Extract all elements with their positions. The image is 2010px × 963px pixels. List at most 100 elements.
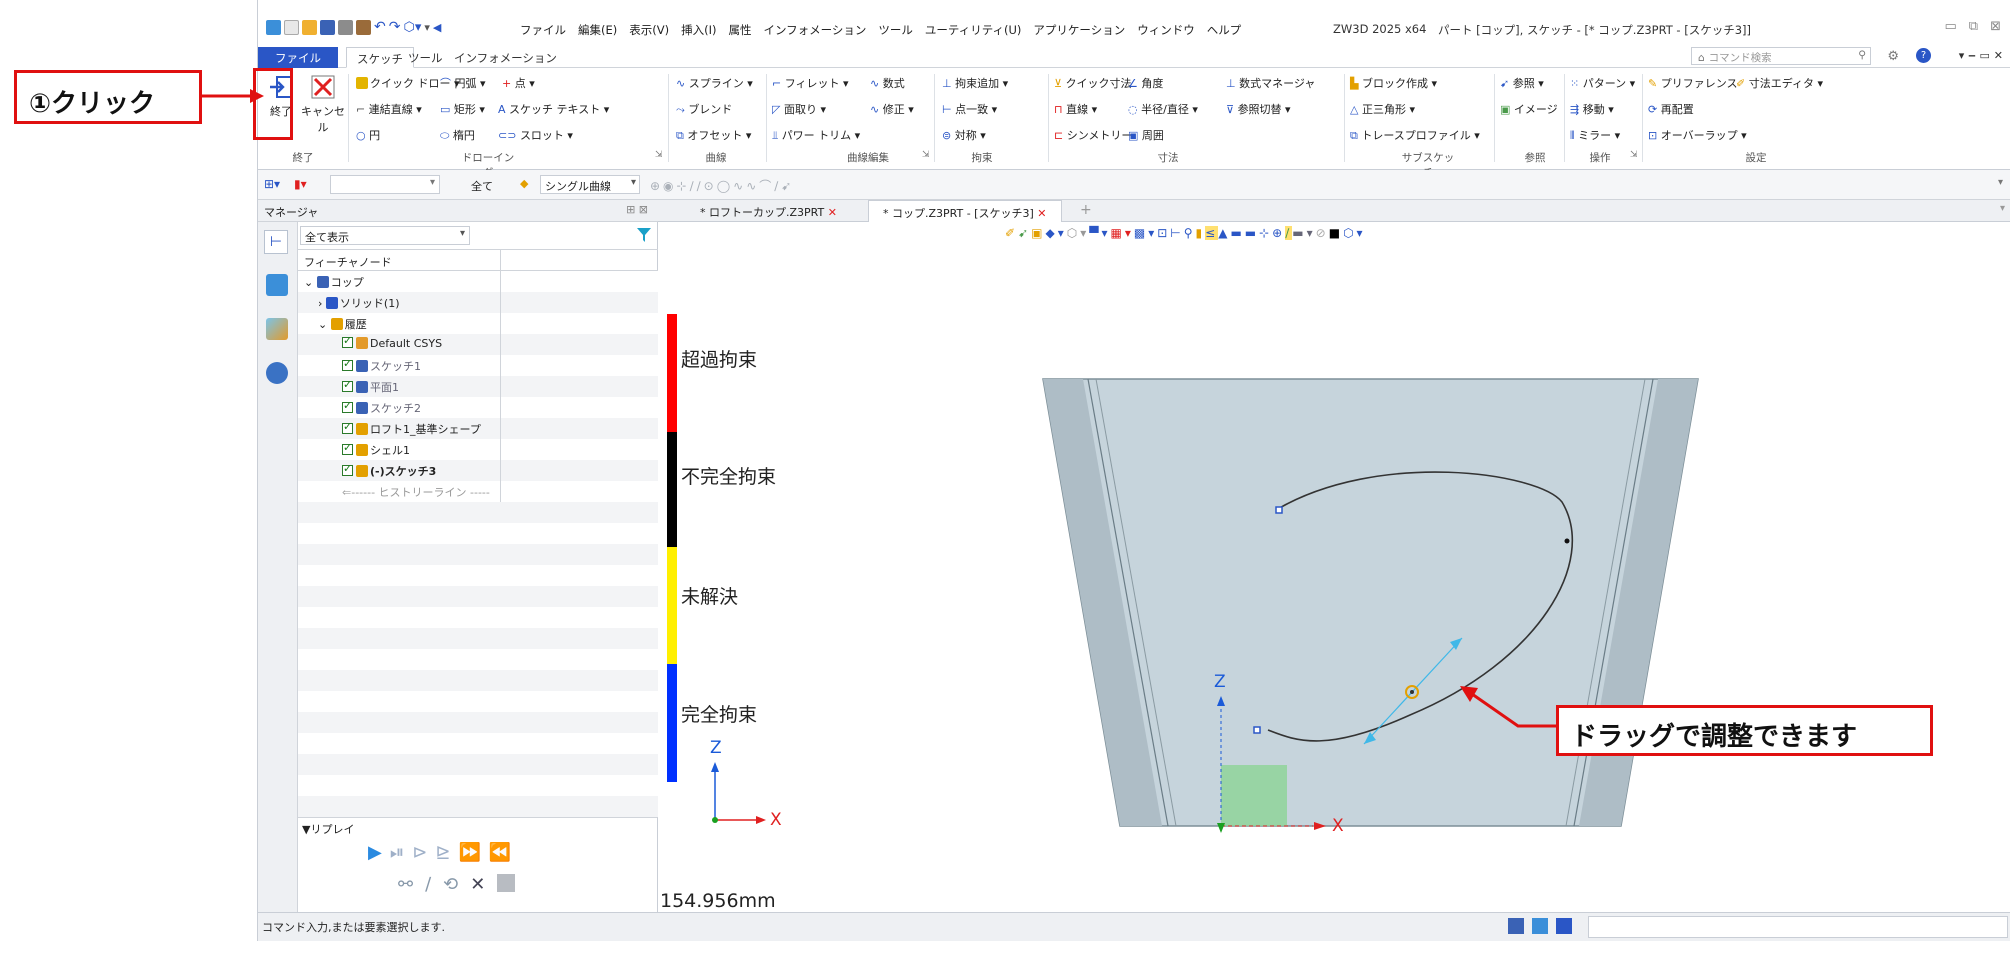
save-icon[interactable] [320,20,335,35]
visibility-checkbox[interactable] [342,334,353,348]
command-input-field[interactable] [1588,916,2008,938]
filter-icon[interactable] [636,227,652,243]
search-icon[interactable]: ⚲ [1858,49,1866,61]
group-expand-icon[interactable]: ⇲ [655,150,663,160]
cancel-button[interactable]: キャンセル [301,74,345,134]
visual-manager-icon[interactable] [266,318,288,340]
user-manager-icon[interactable] [266,362,288,384]
tree-node[interactable]: 平面1 [342,378,399,395]
close-tab-icon[interactable]: ✕ [1037,207,1046,220]
minimize-icon[interactable]: ▭ [1945,19,1957,34]
menu-item[interactable]: ファイル [520,22,566,38]
overlap-button[interactable]: ⊡ オーバーラップ ▾ [1648,127,1747,143]
part-icon[interactable] [266,274,288,296]
new-tab-icon[interactable]: + [1080,202,1092,218]
tree-node[interactable]: スケッチ1 [342,357,421,374]
ellipse-button[interactable]: ⬭ 楕円 [440,127,475,143]
dimension-editor-button[interactable]: ✐ 寸法エディタ ▾ [1736,75,1823,91]
visibility-checkbox[interactable] [342,378,353,392]
tab-information[interactable]: インフォメーション [444,47,567,68]
menu-item[interactable]: 編集(E) [578,22,617,38]
pick-filter-icon[interactable]: ◆ [520,177,528,190]
spline-button[interactable]: ∿ スプライン ▾ [676,75,753,91]
menu-item[interactable]: ヘルプ [1207,22,1242,38]
group-expand-icon[interactable]: ⇲ [1630,150,1638,160]
menu-item[interactable]: ウィンドウ [1137,22,1195,38]
polyline-button[interactable]: ⌐ 連結直線 ▾ [356,101,422,117]
spline-control-point[interactable] [1564,538,1570,544]
menu-item[interactable]: 挿入(I) [681,22,716,38]
doc-tab-loft-cup[interactable]: * ロフトーカップ.Z3PRT ✕ [686,200,851,222]
settings-gear-icon[interactable]: ⚙ [1887,49,1899,64]
toolbar-overflow-icon[interactable]: ▾ [1998,177,2003,188]
point-button[interactable]: + 点 ▾ [502,75,535,91]
stop-icon[interactable] [497,874,516,892]
spline-drag-point[interactable] [1410,690,1414,694]
snap-toolbar-icons[interactable]: ⊕◉⊹∕∕⊙◯∿∿⌒∕➹ [650,177,794,194]
menu-item[interactable]: 表示(V) [629,22,669,38]
menu-item[interactable]: ユーティリティ(U) [925,22,1022,38]
slot-button[interactable]: ⊂⊃ スロット ▾ [498,127,573,143]
circle-button[interactable]: ○ 円 [356,127,380,143]
viewport-canvas[interactable] [658,222,2010,912]
tree-node[interactable]: (-)スケッチ3 [342,462,436,479]
open-folder-icon[interactable] [302,20,317,35]
mirror-button[interactable]: ⫴ ミラー ▾ [1570,127,1620,143]
manager-pin-close-icon[interactable]: ⊞ ⊠ [626,203,648,216]
chart-filter-icon[interactable]: ▮▾ [294,177,307,191]
tree-node[interactable]: Default CSYS [342,334,442,350]
expand-chevron-icon[interactable]: ⌄ [318,318,331,331]
tab-file[interactable]: ファイル(F) [258,47,338,80]
help-icon[interactable]: ? [1916,48,1931,63]
tabs-overflow-icon[interactable]: ▾ [2000,203,2005,214]
linear-dimension-button[interactable]: ⊓ 直線 ▾ [1054,101,1097,117]
step-forward-icon[interactable]: ⏯ [390,842,404,863]
edit-icon[interactable]: ∕ [425,874,431,895]
menu-item[interactable]: ツール [878,22,913,38]
pattern-button[interactable]: ⁙ パターン ▾ [1570,75,1635,91]
view-cube-icon[interactable]: ⬡▾ [403,20,421,35]
group-expand-icon[interactable]: ⇲ [922,150,930,160]
visibility-checkbox[interactable] [342,399,353,413]
save-all-icon[interactable] [356,20,371,35]
add-constraint-button[interactable]: ⊥ 拘束追加 ▾ [942,75,1008,91]
tree-node[interactable]: スケッチ2 [342,399,421,416]
forward-icon[interactable]: ⏩ [458,842,480,863]
next-step-icon[interactable]: ⊳ [412,842,427,863]
rewind-icon[interactable]: ⏪ [489,842,511,863]
refresh-icon[interactable]: ⟲ [443,874,458,895]
symmetric-button[interactable]: ⊜ 対称 ▾ [942,127,986,143]
offset-button[interactable]: ⧉ オフセット ▾ [676,127,751,143]
chamfer-button[interactable]: ◸ 面取り ▾ [772,101,826,117]
tree-node[interactable]: ⇐------ ヒストリーライン ----- [342,484,490,500]
spline-endpoint-bottom[interactable] [1253,726,1261,734]
image-button[interactable]: ▣ イメージ [1500,101,1558,117]
point-coincident-button[interactable]: ⊢ 点一致 ▾ [942,101,997,117]
play-icon[interactable]: ▶ [368,842,382,863]
visibility-checkbox[interactable] [342,420,353,434]
rearrange-button[interactable]: ⟳ 再配置 [1648,101,1694,117]
show-all-select[interactable]: 全て表示 ▾ [300,226,470,245]
symmetry-dimension-button[interactable]: ⊏ シンメトリー [1054,127,1132,143]
qa-dropdown-icon[interactable]: ▾ [424,20,430,35]
block-create-button[interactable]: ▙ ブロック作成 ▾ [1350,75,1437,91]
collapse-chevron-icon[interactable]: › [318,297,326,310]
arc-button[interactable]: ⌒ 円弧 ▾ [440,75,486,91]
modify-button[interactable]: ∿ 修正 ▾ [870,101,914,117]
menu-item[interactable]: アプリケーション [1033,22,1125,38]
fast-step-icon[interactable]: ⊵ [435,842,450,863]
angle-button[interactable]: ∠ 角度 [1128,75,1163,91]
formula-manager-button[interactable]: ⊥ 数式マネージャ [1226,75,1315,91]
link-icon[interactable]: ⚯ [398,874,413,895]
doc-tab-cup-sketch3[interactable]: * コップ.Z3PRT - [スケッチ3] ✕ [868,200,1062,222]
layer-select[interactable]: ▾ [330,175,440,194]
perimeter-button[interactable]: ▣ 周囲 [1128,127,1164,143]
status-panel-icon[interactable] [1556,918,1572,934]
command-search-input[interactable]: ⌂ コマンド検索 ⚲ [1691,47,1871,65]
status-grid-icon[interactable] [1508,918,1524,934]
menu-item[interactable]: インフォメーション [763,22,866,38]
formula-button[interactable]: ∿ 数式 [870,75,905,91]
undo-icon[interactable]: ↶ [374,20,386,35]
tree-node[interactable]: シェル1 [342,441,410,458]
filter-all-label[interactable]: 全て [471,178,493,194]
